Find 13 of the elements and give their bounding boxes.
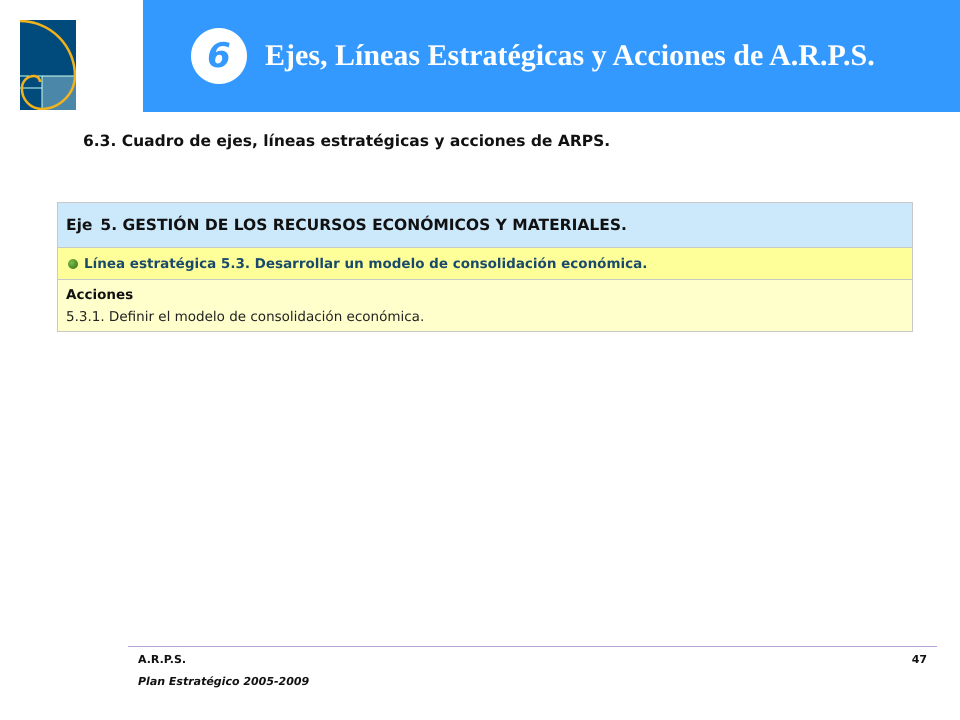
page-number: 47: [912, 653, 927, 666]
chapter-number: 6: [191, 28, 247, 84]
footer-plan: Plan Estratégico 2005-2009: [138, 675, 310, 688]
axis-title: 5. GESTIÓN DE LOS RECURSOS ECONÓMICOS Y MATERIALES.: [100, 216, 627, 234]
axis-label: Eje: [66, 216, 92, 234]
action-item: 5.3.1. Definir el modelo de consolidación económica.: [66, 309, 426, 325]
golden-spiral-logo-icon: [20, 20, 76, 110]
footer-organization: A.R.P.S.: [138, 653, 186, 666]
bullet-icon: [68, 258, 78, 268]
slide-title: Ejes, Líneas Estratégicas y Acciones de A.R.P.S.: [265, 39, 875, 73]
actions-heading: Acciones: [66, 287, 134, 303]
strategic-line: Línea estratégica 5.3. Desarrollar un modelo de consolidación económica.: [84, 256, 648, 272]
section-title: 6.3. Cuadro de ejes, líneas estratégicas y acciones de ARPS.: [83, 132, 612, 150]
